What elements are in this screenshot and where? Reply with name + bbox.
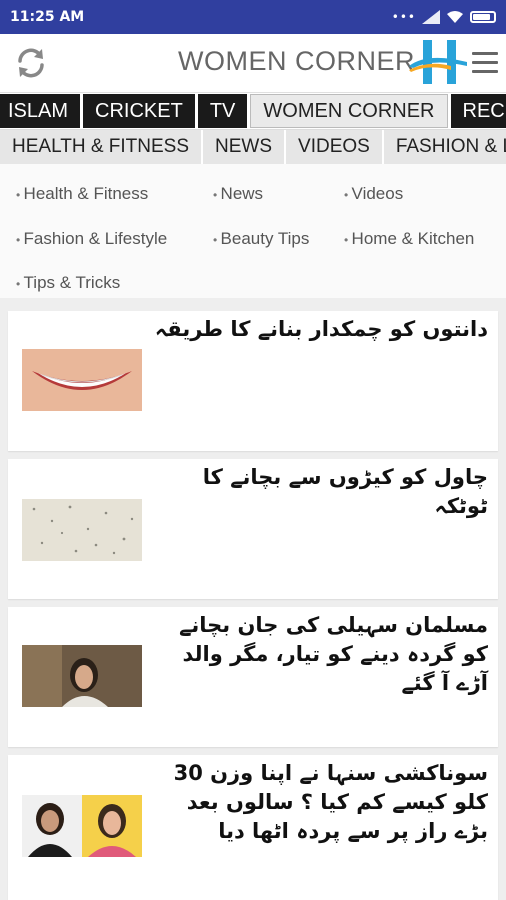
article-card[interactable]: دانتوں کو چمکدار بنانے کا طریقہ: [8, 311, 498, 451]
status-time: 11:25 AM: [10, 9, 85, 25]
link-news[interactable]: News: [213, 184, 264, 204]
more-dots-icon: •••: [391, 10, 416, 24]
app-header: WOMEN CORNER: [0, 34, 506, 93]
page-title: WOMEN CORNER: [178, 46, 415, 76]
article-card[interactable]: مسلمان سہیلی کی جان بچانے کو گردہ دینے ک…: [8, 607, 498, 747]
sonakshi-image: [22, 795, 142, 857]
subtab-fashion-lifestyle[interactable]: FASHION & L: [384, 130, 506, 164]
tab-tv[interactable]: TV: [197, 94, 248, 128]
smile-image: [22, 349, 142, 411]
link-tips-tricks[interactable]: Tips & Tricks: [16, 273, 121, 293]
hamburger-menu-icon[interactable]: [472, 52, 498, 74]
subtab-health-fitness[interactable]: HEALTH & FITNESS: [0, 130, 204, 164]
link-fashion-lifestyle[interactable]: Fashion & Lifestyle: [16, 229, 168, 249]
article-title[interactable]: دانتوں کو چمکدار بنانے کا طریقہ: [148, 315, 488, 344]
rice-image: [22, 499, 142, 561]
article-title[interactable]: سوناکشی سنہا نے اپنا وزن 30 کلو کیسے کم …: [148, 759, 488, 846]
category-tabs: ISLAM CRICKET TV WOMEN CORNER RECIP: [0, 93, 506, 130]
link-beauty-tips[interactable]: Beauty Tips: [213, 229, 310, 249]
logo-icon: [409, 40, 467, 84]
tab-recipes[interactable]: RECIP: [450, 94, 506, 128]
refresh-icon[interactable]: [12, 44, 50, 82]
link-health-fitness[interactable]: Health & Fitness: [16, 184, 149, 204]
tab-women-corner[interactable]: WOMEN CORNER: [250, 94, 448, 128]
tab-cricket[interactable]: CRICKET: [83, 94, 195, 128]
subtab-videos[interactable]: VIDEOS: [286, 130, 384, 164]
subcategory-tabs: HEALTH & FITNESS NEWS VIDEOS FASHION & L: [0, 130, 506, 164]
article-title[interactable]: مسلمان سہیلی کی جان بچانے کو گردہ دینے ک…: [148, 611, 488, 698]
status-bar: 11:25 AM •••: [0, 0, 506, 34]
wifi-icon: [447, 11, 463, 23]
link-videos[interactable]: Videos: [344, 184, 404, 204]
status-icons: •••: [392, 10, 496, 24]
battery-icon: [470, 11, 496, 23]
article-card[interactable]: چاول کو کیڑوں سے بچانے کا ٹوٹکہ: [8, 459, 498, 599]
article-card[interactable]: سوناکشی سنہا نے اپنا وزن 30 کلو کیسے کم …: [8, 755, 498, 900]
tab-islam[interactable]: ISLAM: [0, 94, 81, 128]
subtab-news[interactable]: NEWS: [203, 130, 287, 164]
article-title[interactable]: چاول کو کیڑوں سے بچانے کا ٹوٹکہ: [148, 463, 488, 521]
woman-image: [22, 645, 142, 707]
signal-icon: [422, 10, 440, 24]
link-home-kitchen[interactable]: Home & Kitchen: [344, 229, 475, 249]
category-links: Health & Fitness News Videos Fashion & L…: [0, 164, 506, 298]
